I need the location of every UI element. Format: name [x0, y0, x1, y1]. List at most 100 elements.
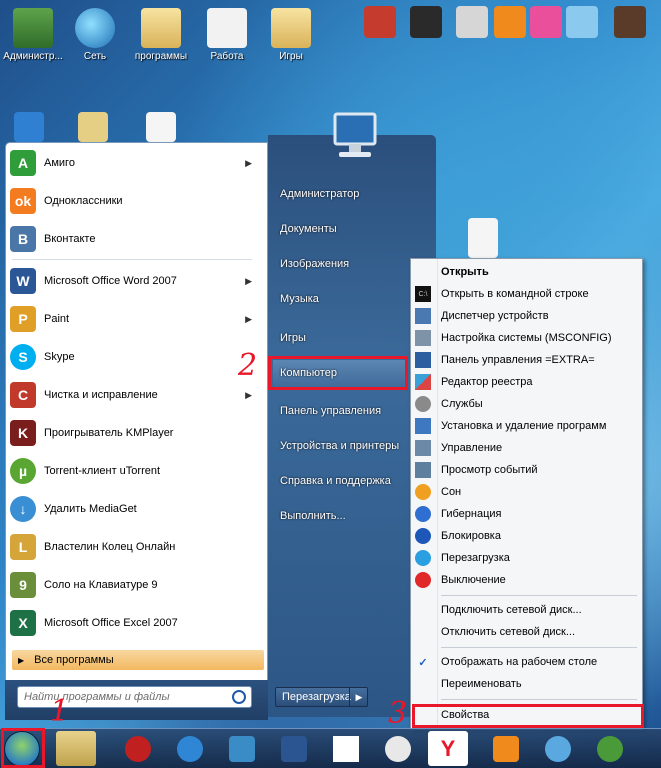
eventvwr-icon [415, 462, 431, 478]
context-item-control-panel[interactable]: Панель управления =EXTRA= [415, 350, 639, 370]
context-item-cmd[interactable]: C:\ Открыть в командной строке [415, 284, 639, 304]
program-item-odnoklassniki[interactable]: ok Одноклассники [10, 183, 258, 219]
program-item-solo[interactable]: 9 Соло на Клавиатуре 9 [10, 567, 258, 603]
program-label: Paint [44, 313, 70, 325]
hibernate-icon [415, 506, 431, 522]
desktop-icon-games[interactable]: Игры [258, 8, 324, 62]
all-programs-label: Все программы [34, 654, 114, 666]
app-shortcut-icon[interactable] [530, 6, 562, 38]
restart-label: Перезагрузка [282, 691, 351, 703]
context-item-shutdown[interactable]: Выключение [415, 570, 639, 590]
taskbar-yandex-button[interactable]: Y [428, 731, 468, 766]
program-item-vk[interactable]: B Вконтакте [10, 221, 258, 257]
program-label: Microsoft Office Excel 2007 [44, 617, 178, 629]
app-shortcut-icon[interactable] [14, 112, 44, 142]
context-label: Открыть [441, 266, 489, 278]
taskbar-explorer-button[interactable] [56, 731, 96, 766]
places-item-control-panel[interactable]: Панель управления [280, 405, 381, 417]
folder-icon[interactable] [78, 112, 108, 142]
program-label: Амиго [44, 157, 75, 169]
program-item-mediaget-uninstall[interactable]: ↓ Удалить MediaGet [10, 491, 258, 527]
cmd-icon: C:\ [415, 286, 431, 302]
context-item-device-manager[interactable]: Диспетчер устройств [415, 306, 639, 326]
program-item-word[interactable]: W Microsoft Office Word 2007 ▶ [10, 263, 258, 299]
document-icon[interactable] [146, 112, 176, 142]
taskbar-app-button[interactable] [378, 731, 418, 766]
context-item-regedit[interactable]: Редактор реестра [415, 372, 639, 392]
taskbar-app-button[interactable] [170, 731, 210, 766]
context-item-hibernate[interactable]: Гибернация [415, 504, 639, 524]
taskbar-app-button[interactable] [274, 731, 314, 766]
document-icon[interactable] [468, 218, 498, 258]
program-item-utorrent[interactable]: µ Torrent-клиент uTorrent [10, 453, 258, 489]
taskbar-app-button[interactable] [538, 731, 578, 766]
folder-icon [271, 8, 311, 48]
context-item-msconfig[interactable]: Настройка системы (MSCONFIG) [415, 328, 639, 348]
desktop-icon-label: Сеть [83, 51, 107, 62]
restart-icon [415, 550, 431, 566]
taskbar-app-button[interactable] [590, 731, 630, 766]
desktop-icon-work[interactable]: Работа [194, 8, 260, 62]
app-icon [177, 735, 203, 762]
excel-icon: X [10, 610, 36, 636]
app-shortcut-icon[interactable] [566, 6, 598, 38]
desktop-icon-admin[interactable]: Администр... [0, 8, 66, 62]
program-item-excel[interactable]: X Microsoft Office Excel 2007 [10, 605, 258, 641]
places-item-devices-printers[interactable]: Устройства и принтеры [280, 440, 399, 452]
app-shortcut-icon[interactable] [364, 6, 396, 38]
places-item-help[interactable]: Справка и поддержка [280, 475, 391, 487]
program-item-amigo[interactable]: A Амиго ▶ [10, 145, 258, 181]
context-item-eventvwr[interactable]: Просмотр событий [415, 460, 639, 480]
places-item-run[interactable]: Выполнить... [280, 510, 346, 522]
blank-icon [415, 676, 431, 692]
places-item-music[interactable]: Музыка [280, 293, 319, 305]
app-shortcut-icon[interactable] [494, 6, 526, 38]
program-item-lotro[interactable]: L Властелин Колец Онлайн [10, 529, 258, 565]
programs-icon [415, 418, 431, 434]
app-shortcut-icon[interactable] [614, 6, 646, 38]
context-item-programs[interactable]: Установка и удаление программ [415, 416, 639, 436]
taskbar-app-button[interactable] [326, 731, 366, 766]
context-item-lock[interactable]: Блокировка [415, 526, 639, 546]
submenu-arrow-icon: ▶ [245, 389, 252, 400]
context-item-show-on-desktop[interactable]: ✓ Отображать на рабочем столе [415, 652, 639, 672]
context-item-rename[interactable]: Переименовать [415, 674, 639, 694]
taskbar-app-button[interactable] [486, 731, 526, 766]
context-label: Выключение [441, 574, 506, 586]
app-shortcut-icon[interactable] [456, 6, 488, 38]
program-item-paint[interactable]: P Paint ▶ [10, 301, 258, 337]
control-panel-icon [415, 352, 431, 368]
desktop-icon-network[interactable]: Сеть [62, 8, 128, 62]
context-item-services[interactable]: Службы [415, 394, 639, 414]
desktop-icon-programs[interactable]: программы [128, 8, 194, 62]
context-item-open[interactable]: Открыть [415, 262, 639, 282]
all-programs-button[interactable]: ▶ Все программы [12, 650, 264, 670]
skype-icon: S [10, 344, 36, 370]
context-label: Панель управления =EXTRA= [441, 354, 595, 366]
context-item-disconnect-drive[interactable]: Отключить сетевой диск... [415, 622, 639, 642]
taskbar-app-button[interactable] [222, 731, 262, 766]
places-item-pictures[interactable]: Изображения [280, 258, 349, 270]
context-item-map-drive[interactable]: Подключить сетевой диск... [415, 600, 639, 620]
context-item-restart[interactable]: Перезагрузка [415, 548, 639, 568]
program-item-kmplayer[interactable]: K Проигрыватель KMPlayer [10, 415, 258, 451]
app-shortcut-icon[interactable] [410, 6, 442, 38]
app-icon [385, 735, 411, 762]
program-item-skype[interactable]: S Skype [10, 339, 258, 375]
places-item-documents[interactable]: Документы [280, 223, 337, 235]
shutdown-options-button[interactable]: ▶ [349, 687, 368, 707]
places-item-administrator[interactable]: Администратор [280, 188, 359, 200]
context-label: Отключить сетевой диск... [441, 626, 576, 638]
solo-icon: 9 [10, 572, 36, 598]
context-label: Гибернация [441, 508, 502, 520]
context-item-sleep[interactable]: Сон [415, 482, 639, 502]
blank-icon [415, 624, 431, 640]
context-item-management[interactable]: Управление [415, 438, 639, 458]
program-item-cleaner[interactable]: C Чистка и исправление ▶ [10, 377, 258, 413]
paint-icon: P [10, 306, 36, 332]
management-icon [415, 440, 431, 456]
search-placeholder: Найти программы и файлы [24, 691, 170, 703]
desktop-icon-label: программы [134, 51, 188, 62]
taskbar-app-button[interactable] [118, 731, 158, 766]
places-item-games[interactable]: Игры [280, 332, 306, 344]
